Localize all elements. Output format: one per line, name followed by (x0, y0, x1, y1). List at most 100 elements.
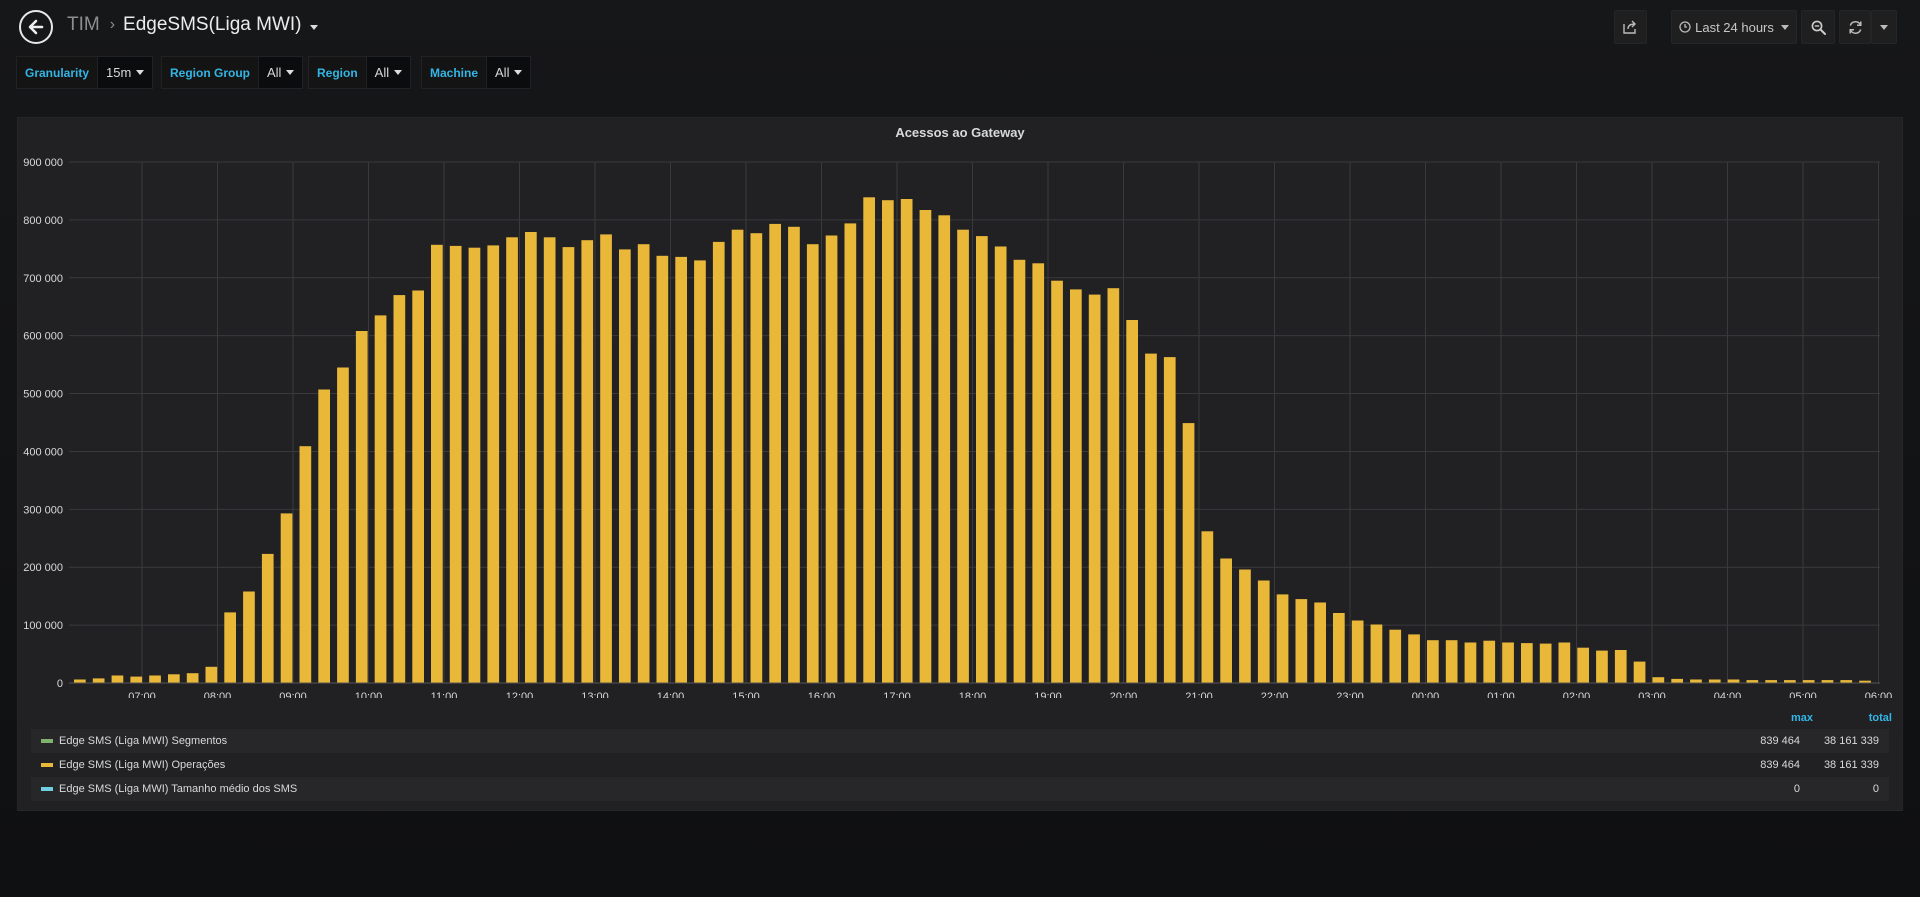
bar (1220, 558, 1232, 683)
bar (393, 295, 406, 683)
bar (1596, 650, 1608, 683)
bar (1427, 640, 1439, 683)
x-tick-label: 14:00 (657, 691, 685, 698)
bar (637, 244, 650, 683)
y-tick-label: 200 000 (23, 562, 63, 574)
bar (900, 199, 913, 683)
caret-down-icon[interactable] (309, 24, 318, 30)
chevron-right-icon: › (109, 16, 116, 33)
time-picker-button[interactable]: Last 24 hours (1671, 10, 1797, 44)
y-tick-label: 400 000 (23, 446, 63, 458)
bar (844, 223, 857, 683)
x-tick-label: 12:00 (506, 691, 534, 698)
x-tick-label: 20:00 (1110, 691, 1138, 698)
x-tick-label: 01:00 (1487, 691, 1515, 698)
bar (1051, 280, 1063, 683)
series-color-swatch[interactable] (41, 763, 53, 767)
bar (976, 236, 988, 683)
bar (750, 233, 763, 683)
bar-chart[interactable]: 0 100 000 200 000 300 000 400 000 500 000 600 … (18, 118, 1904, 698)
bar (1521, 643, 1533, 683)
legend-header-max[interactable]: max (1791, 712, 1813, 724)
bar (149, 675, 161, 683)
y-tick-label: 0 (57, 678, 63, 690)
refresh-button[interactable] (1839, 10, 1871, 44)
bar (1483, 640, 1496, 683)
machine-select[interactable]: All (487, 56, 532, 89)
back-button[interactable] (19, 10, 53, 44)
refresh-interval-dropdown[interactable] (1871, 10, 1897, 44)
bar (1351, 620, 1364, 683)
series-total: 38 161 339 (1823, 735, 1879, 747)
bar (1445, 640, 1458, 683)
series-name[interactable]: Edge SMS (Liga MWI) Operações (59, 759, 225, 771)
y-tick-label: 700 000 (23, 273, 63, 285)
bar (374, 315, 387, 683)
legend-item[interactable]: Edge SMS (Liga MWI) Tamanho médio dos SM… (31, 777, 1889, 801)
bar (619, 249, 631, 683)
bar (994, 246, 1007, 683)
bar (1070, 289, 1082, 683)
x-tick-label: 21:00 (1185, 691, 1213, 698)
bar (1727, 679, 1740, 683)
zoom-out-icon (1811, 20, 1826, 35)
bar (1389, 629, 1402, 683)
series-max: 0 (1793, 783, 1800, 795)
share-icon (1623, 20, 1636, 34)
time-range-label: Last 24 hours (1695, 19, 1774, 35)
bar (562, 247, 575, 683)
x-tick-label: 05:00 (1789, 691, 1817, 698)
bar (1671, 678, 1683, 683)
y-tick-label: 300 000 (23, 504, 63, 516)
bar (525, 232, 537, 683)
x-tick-label: 18:00 (959, 691, 987, 698)
folder-link[interactable]: TIM (67, 14, 100, 36)
bar (1013, 259, 1026, 683)
variable-granularity: Granularity 15m (16, 56, 154, 89)
zoom-out-button[interactable] (1801, 10, 1835, 44)
bar (712, 241, 725, 683)
bar (957, 229, 969, 683)
dashboard-title[interactable]: EdgeSMS(Liga MWI) (123, 14, 301, 36)
region-group-select[interactable]: All (259, 56, 304, 89)
legend-item[interactable]: Edge SMS (Liga MWI) Segmentos 839 464 38… (31, 729, 1889, 753)
series-name[interactable]: Edge SMS (Liga MWI) Tamanho médio dos SM… (59, 783, 297, 795)
bar (74, 679, 86, 683)
bar (675, 256, 687, 683)
selected-value: All (495, 65, 510, 80)
bar (1708, 679, 1721, 683)
series-name[interactable]: Edge SMS (Liga MWI) Segmentos (59, 735, 227, 747)
x-tick-label: 08:00 (204, 691, 232, 698)
legend-header-total[interactable]: total (1869, 712, 1892, 724)
y-tick-label: 100 000 (23, 620, 63, 632)
x-tick-label: 15:00 (732, 691, 760, 698)
bar (1295, 599, 1308, 683)
selected-value: 15m (106, 65, 132, 80)
bar (412, 290, 424, 683)
dashboard-navbar: TIM › EdgeSMS(Liga MWI) Last 24 hours (0, 0, 1920, 54)
bar (1182, 423, 1195, 683)
series-max: 839 464 (1760, 759, 1800, 771)
series-color-swatch[interactable] (41, 739, 53, 743)
variable-label: Region Group (161, 56, 259, 89)
granularity-select[interactable]: 15m (98, 56, 154, 89)
series-color-swatch[interactable] (41, 787, 53, 791)
x-tick-label: 04:00 (1714, 691, 1742, 698)
bar (299, 446, 312, 683)
bar (431, 244, 443, 684)
bar (919, 210, 932, 683)
x-tick-label: 00:00 (1412, 691, 1440, 698)
caret-down-icon (394, 70, 403, 75)
selected-value: All (374, 65, 390, 80)
x-tick-label: 02:00 (1563, 691, 1591, 698)
bar (863, 197, 875, 684)
region-select[interactable]: All (366, 56, 412, 89)
caret-down-icon (286, 70, 295, 75)
legend-item[interactable]: Edge SMS (Liga MWI) Operações 839 464 38… (31, 753, 1889, 777)
bar (825, 235, 838, 683)
variable-label: Granularity (16, 56, 99, 89)
share-button[interactable] (1614, 10, 1647, 44)
bar (938, 215, 951, 684)
bar (111, 675, 124, 683)
bar (1257, 580, 1270, 683)
